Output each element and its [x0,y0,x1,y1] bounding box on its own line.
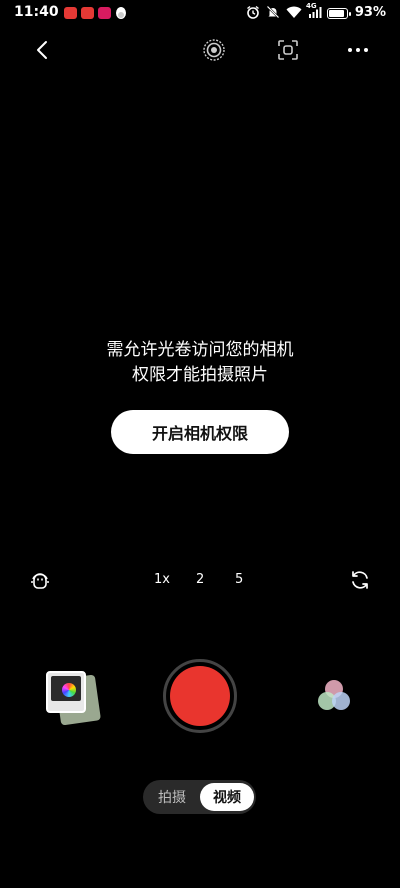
status-time: 11:40 [14,4,59,20]
app-notification-pink-icon [98,7,111,19]
gallery-front-card [46,671,86,713]
camera-flip-icon[interactable] [348,568,372,592]
enable-camera-permission-button[interactable]: 开启相机权限 [111,410,289,454]
permission-message-line1: 需允许光卷访问您的相机 [106,340,294,360]
back-arrow-icon[interactable] [28,36,56,64]
color-wheel-icon [62,683,76,697]
zoom-option-1x[interactable]: 1x [154,572,170,587]
signal-icon: 4G [306,2,322,18]
app-notification-red-icon [81,7,94,19]
permission-message-line2: 权限才能拍摄照片 [132,365,268,385]
filter-dot [332,692,350,710]
scan-icon[interactable] [274,36,302,64]
permission-message: 需允许光卷访问您的相机 权限才能拍摄照片 [0,338,400,388]
battery-fill [329,10,344,17]
zoom-option-5[interactable]: 5 [235,572,243,587]
gallery-photo [51,676,81,701]
zoom-selector: 1x 2 5 [0,572,400,590]
status-bar: 11:40 4G 93% [0,0,400,28]
record-shutter-button[interactable] [170,666,230,726]
filter-circles-icon[interactable] [316,678,354,714]
network-type: 4G [306,2,317,10]
battery-icon [327,8,351,19]
zoom-option-2[interactable]: 2 [196,572,204,587]
mute-icon [266,5,280,19]
alarm-icon [246,5,260,19]
wifi-icon [286,6,302,19]
live-photo-icon[interactable] [200,36,228,64]
qq-penguin-icon [114,5,128,20]
more-dots-icon[interactable] [344,36,372,64]
app-notification-red-icon [64,7,77,19]
camera-screen: 11:40 4G 93% 需允许光卷访问您的相机 权限才能拍摄照片 开启相机权限… [0,0,400,888]
mode-photo-tab[interactable]: 拍摄 [145,783,199,811]
gallery-thumbnail[interactable] [46,671,102,726]
mode-switch: 拍摄 视频 [143,780,256,814]
mode-video-tab[interactable]: 视频 [200,783,254,811]
battery-percent: 93% [354,5,386,20]
